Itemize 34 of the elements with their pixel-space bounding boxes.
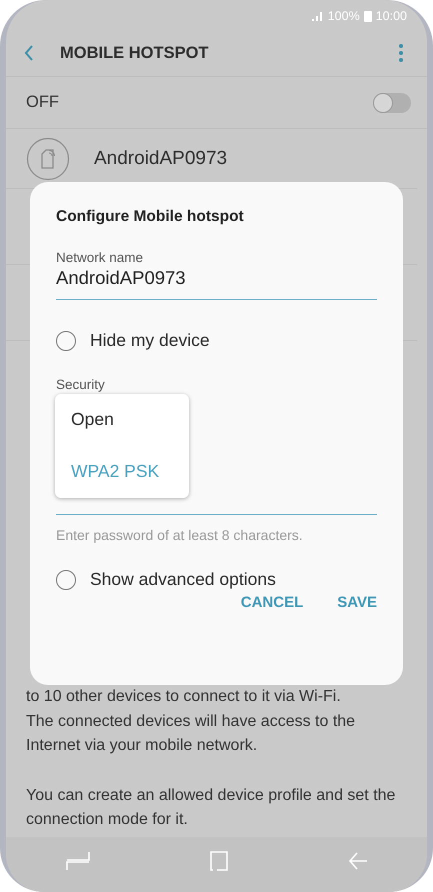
password-hint: Enter password of at least 8 characters. [56,527,303,543]
home-button[interactable] [209,850,230,870]
device-name: AndroidAP0973 [94,148,228,170]
description-line: to 10 other devices to connect to it via Wi-Fi. [26,687,342,707]
description-text: You can create an allowed device profile and set the connection mode for it. [26,786,396,830]
back-arrow-icon [348,852,368,870]
back-icon [24,44,34,62]
radio-label: Hide my device [90,330,210,351]
switch-label: OFF [26,93,59,112]
text-button[interactable]: SAVE [337,590,377,615]
signal-icon [312,11,324,21]
more-options-button[interactable] [399,44,403,62]
text-button[interactable]: CANCEL [240,590,304,615]
description-line: The connected devices will have access to the [26,712,356,732]
home-icon [209,850,230,870]
more-options-icon [399,44,403,62]
radio-button[interactable] [56,330,76,350]
back-button[interactable] [24,44,34,62]
toggle-switch[interactable] [373,92,411,112]
recent-apps-button[interactable] [65,850,92,870]
phone-hotspot-icon [26,136,70,180]
field-label: Network name [56,250,144,265]
field-label: Security [56,377,105,392]
battery-icon [364,10,372,22]
description-line: Internet via your mobile network. [26,736,258,756]
radio-button[interactable] [56,570,76,590]
back-nav-button[interactable] [348,852,368,870]
menu-item[interactable]: WPA2 PSK [55,461,189,483]
screen-title: MOBILE HOTSPOT [60,44,210,62]
radio-label: Show advanced options [90,569,276,590]
dialog-title: Configure Mobile hotspot [56,208,244,226]
input-field[interactable]: AndroidAP0973 [56,265,377,300]
recent-apps-icon [65,850,92,870]
menu-item[interactable]: Open [55,409,189,461]
